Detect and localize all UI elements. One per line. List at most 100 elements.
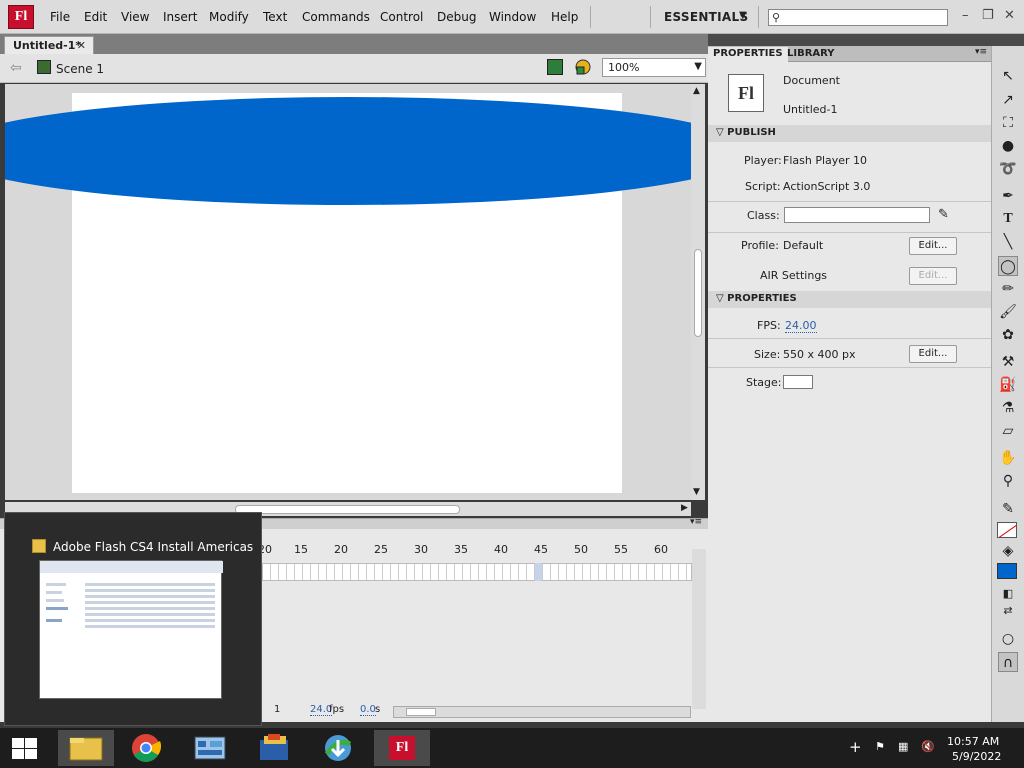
timeline-frames[interactable]: [262, 563, 692, 581]
file-explorer-taskbar-icon[interactable]: [58, 730, 114, 766]
properties-section-header[interactable]: ▽ PROPERTIES: [708, 291, 991, 308]
show-hidden-icons-icon[interactable]: +: [849, 738, 862, 756]
publish-section-header[interactable]: ▽ PUBLISH: [708, 125, 991, 142]
media-taskbar-icon[interactable]: [246, 730, 302, 766]
panel-menu-icon[interactable]: ▾≡: [975, 47, 987, 57]
timeline-vertical-scrollbar[interactable]: [692, 549, 706, 709]
menu-divider: [650, 6, 651, 28]
windows-start-icon[interactable]: [10, 736, 38, 760]
scrollbar-thumb[interactable]: [406, 708, 436, 716]
menu-edit[interactable]: Edit: [84, 10, 107, 24]
preview-thumbnail[interactable]: [39, 560, 223, 699]
zoom-value: 100%: [608, 61, 640, 74]
profile-edit-button[interactable]: Edit...: [909, 237, 957, 255]
scroll-right-icon[interactable]: ▶: [681, 503, 688, 513]
deco-tool-icon[interactable]: ✿: [998, 325, 1018, 345]
scrollbar-thumb[interactable]: [694, 249, 702, 337]
clock-date[interactable]: 5/9/2022: [952, 750, 1001, 763]
minimize-icon[interactable]: –: [962, 8, 969, 23]
scrollbar-thumb[interactable]: [235, 505, 460, 514]
object-drawing-icon[interactable]: ○: [998, 629, 1018, 649]
3d-rotation-tool-icon[interactable]: ●: [998, 136, 1018, 156]
line-tool-icon[interactable]: ╲: [998, 232, 1018, 252]
scene-icon: [37, 60, 51, 74]
menu-insert[interactable]: Insert: [163, 10, 197, 24]
size-label: Size:: [754, 348, 781, 361]
zoom-tool-icon[interactable]: ⚲: [998, 471, 1018, 491]
menu-control[interactable]: Control: [380, 10, 423, 24]
tab-library[interactable]: LIBRARY: [782, 47, 840, 62]
pen-tool-icon[interactable]: ✒: [998, 186, 1018, 206]
control-panel-taskbar-icon[interactable]: [182, 730, 238, 766]
download-manager-taskbar-icon[interactable]: [310, 730, 366, 766]
playhead[interactable]: [535, 563, 542, 581]
close-icon[interactable]: ✕: [1004, 8, 1015, 23]
selection-tool-icon[interactable]: ↖: [998, 66, 1018, 86]
edit-symbols-icon[interactable]: [574, 58, 592, 76]
brush-tool-icon[interactable]: 🖌: [998, 302, 1018, 322]
scroll-up-icon[interactable]: ▲: [693, 86, 700, 96]
elapsed-time: 0.0: [360, 704, 376, 716]
snap-to-objects-icon[interactable]: ∩: [998, 652, 1018, 672]
menu-divider: [590, 6, 591, 28]
class-input[interactable]: [784, 207, 930, 223]
workspace-switcher[interactable]: ESSENTIALS: [664, 10, 748, 24]
oval-tool-icon[interactable]: ◯: [998, 256, 1018, 276]
tab-label: Untitled-1*: [13, 39, 82, 52]
stage-vertical-scrollbar[interactable]: ▲ ▼: [691, 84, 705, 500]
menu-text[interactable]: Text: [263, 10, 287, 24]
search-icon: ⚲: [772, 11, 781, 24]
pencil-icon[interactable]: ✎: [938, 207, 949, 222]
menu-help[interactable]: Help: [551, 10, 578, 24]
paint-bucket-tool-icon[interactable]: ⛽: [998, 375, 1018, 395]
timeline-horizontal-scrollbar[interactable]: [393, 706, 691, 718]
pencil-tool-icon[interactable]: ✏: [998, 279, 1018, 299]
menu-debug[interactable]: Debug: [437, 10, 476, 24]
menu-window[interactable]: Window: [489, 10, 536, 24]
menu-modify[interactable]: Modify: [209, 10, 249, 24]
scroll-down-icon[interactable]: ▼: [693, 487, 700, 497]
back-arrow-icon[interactable]: ⇦: [10, 60, 22, 76]
blue-ellipse-shape[interactable]: [5, 97, 691, 205]
close-icon[interactable]: ✕: [77, 39, 86, 52]
bone-tool-icon[interactable]: ⚒: [998, 352, 1018, 372]
divider: [708, 367, 991, 368]
menu-divider: [758, 6, 759, 28]
taskbar-preview-popup[interactable]: Adobe Flash CS4 Install Americas: [4, 512, 262, 726]
tab-untitled-1[interactable]: Untitled-1* ✕: [4, 36, 94, 54]
panel-menu-icon[interactable]: ▾≡: [690, 517, 702, 527]
clock-time[interactable]: 10:57 AM: [947, 735, 999, 748]
lasso-tool-icon[interactable]: ➰: [998, 159, 1018, 179]
swap-colors-icon[interactable]: ⇄: [998, 601, 1018, 621]
eyedropper-tool-icon[interactable]: ⚗: [998, 398, 1018, 418]
tab-properties[interactable]: PROPERTIES: [708, 47, 788, 62]
size-edit-button[interactable]: Edit...: [909, 345, 957, 363]
doc-name: Untitled-1: [783, 103, 838, 116]
restore-icon[interactable]: ❐: [982, 8, 994, 23]
flash-taskbar-icon[interactable]: Fl: [374, 730, 430, 766]
chrome-taskbar-icon[interactable]: [118, 730, 174, 766]
hand-tool-icon[interactable]: ✋: [998, 448, 1018, 468]
volume-muted-icon[interactable]: 🔇: [921, 740, 935, 754]
edit-scene-icon[interactable]: [547, 59, 563, 75]
chevron-down-icon[interactable]: ▼: [739, 10, 747, 21]
eraser-tool-icon[interactable]: ▱: [998, 421, 1018, 441]
stroke-color-swatch[interactable]: [997, 522, 1017, 538]
menu-file[interactable]: File: [50, 10, 70, 24]
help-search-input[interactable]: ⚲: [768, 9, 948, 26]
stage-area[interactable]: [5, 84, 691, 500]
zoom-select[interactable]: 100% ▼: [602, 58, 706, 77]
divider: [708, 201, 991, 202]
flag-alert-icon[interactable]: ⚑: [875, 740, 889, 754]
text-tool-icon[interactable]: T: [998, 209, 1018, 229]
stage-color-swatch[interactable]: [783, 375, 813, 389]
subselection-tool-icon[interactable]: ↗: [998, 90, 1018, 110]
menu-commands[interactable]: Commands: [302, 10, 370, 24]
fill-color-swatch[interactable]: [997, 563, 1017, 579]
free-transform-tool-icon[interactable]: ⛶: [998, 113, 1018, 133]
air-edit-button[interactable]: Edit...: [909, 267, 957, 285]
fps-value[interactable]: 24.00: [785, 319, 817, 333]
menu-view[interactable]: View: [121, 10, 149, 24]
panel-collapse-bar[interactable]: [708, 34, 1024, 46]
network-icon[interactable]: ▦: [898, 740, 912, 754]
